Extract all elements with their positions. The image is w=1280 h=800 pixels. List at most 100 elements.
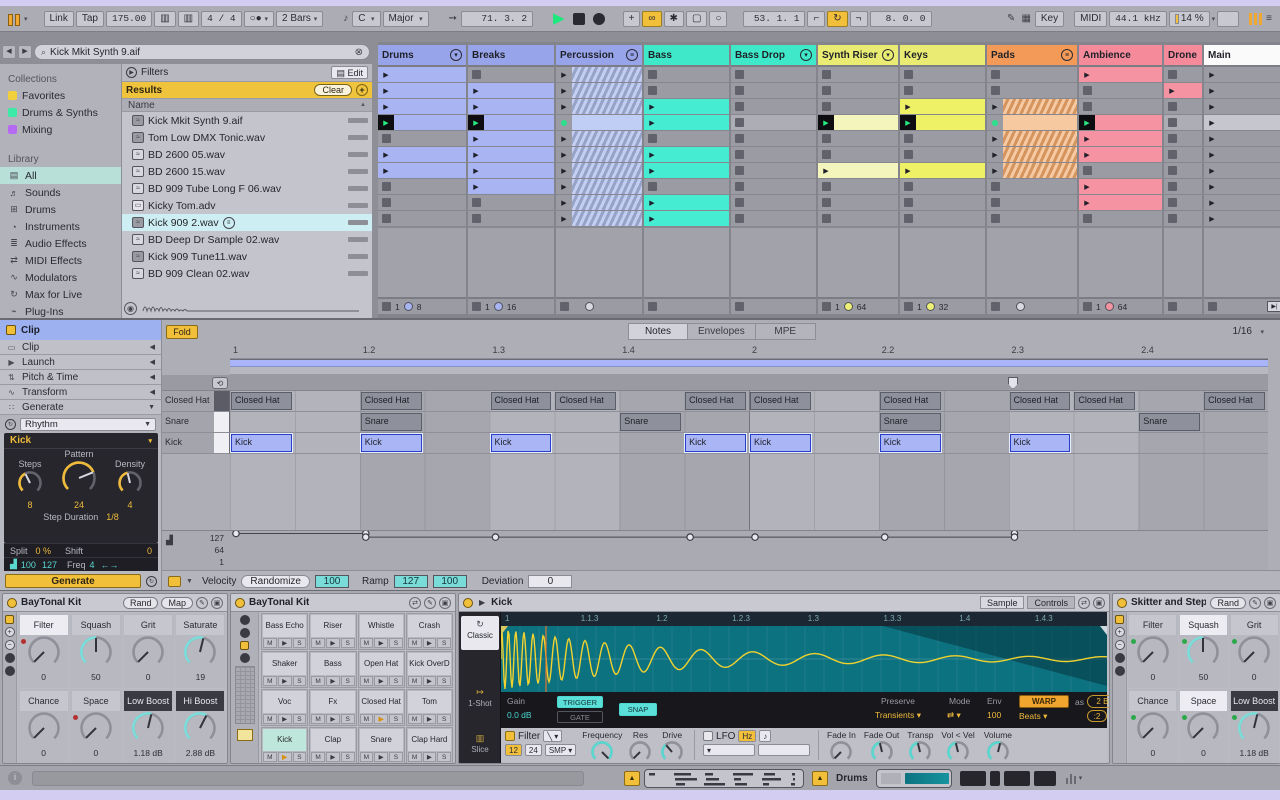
- clip-slot[interactable]: [1079, 163, 1162, 179]
- variation-icon[interactable]: [1115, 666, 1125, 676]
- filters-row[interactable]: ▶ Filters ▤ Edit: [122, 64, 372, 82]
- midi-note-kick[interactable]: Kick: [1010, 434, 1071, 452]
- macro-low-boost[interactable]: Low Boost1.18 dB: [1229, 689, 1279, 764]
- clip-slot[interactable]: [731, 147, 816, 163]
- pad-play-button[interactable]: ▶: [423, 676, 437, 686]
- midi-note-snare[interactable]: Snare: [620, 413, 681, 431]
- overdub-button[interactable]: +: [623, 11, 641, 27]
- lane-caret[interactable]: ▼: [186, 578, 193, 585]
- device-block[interactable]: [990, 771, 1000, 786]
- freq-right-arrow-icon[interactable]: →: [110, 560, 119, 570]
- clip-slot[interactable]: [987, 115, 1077, 131]
- clip-slot[interactable]: [731, 83, 816, 99]
- clip-slot[interactable]: [818, 83, 898, 99]
- clip-slot[interactable]: [987, 179, 1077, 195]
- clip-slot[interactable]: [731, 211, 816, 227]
- track-chevron-icon[interactable]: ▾: [800, 49, 812, 61]
- stop-all-clips-button[interactable]: [1208, 302, 1217, 311]
- drum-pad-riser[interactable]: RiserM▶S: [309, 613, 356, 650]
- clip-slot[interactable]: ▶: [644, 147, 729, 163]
- drum-pad-open-hat[interactable]: Open HatM▶S: [358, 651, 405, 688]
- track-header-bass-drop[interactable]: Bass Drop▾: [731, 45, 816, 67]
- nudge-up-button[interactable]: ▥: [178, 11, 199, 27]
- clip-slot[interactable]: [378, 211, 466, 227]
- tempo-field[interactable]: 175.00: [106, 11, 152, 27]
- scene-play-icon[interactable]: ▶: [1204, 135, 1220, 143]
- collapse-arrow-icon[interactable]: ◀: [150, 388, 155, 396]
- clip-slot[interactable]: [818, 99, 898, 115]
- cpu-caret[interactable]: ▾: [1212, 15, 1216, 23]
- scale-root-menu[interactable]: C ▾: [352, 11, 380, 27]
- drum-pad-whistle[interactable]: WhistleM▶S: [358, 613, 405, 650]
- scale-name-menu[interactable]: Major ▾: [383, 11, 429, 27]
- computer-midi-keyboard-icon[interactable]: ▦: [1019, 13, 1032, 24]
- clip-slot[interactable]: [818, 147, 898, 163]
- midi-note-closed-hat[interactable]: Closed Hat: [555, 392, 616, 410]
- track-stop-button[interactable]: [822, 302, 831, 311]
- clip-slot[interactable]: ▶: [556, 195, 642, 211]
- add-variation-icon[interactable]: +: [1115, 627, 1125, 637]
- note-row-kick[interactable]: KickKickKickKickKickKickKick: [230, 433, 1268, 454]
- scene-play-icon[interactable]: ▶: [1204, 87, 1220, 95]
- device-overview-toggle[interactable]: ▲: [812, 771, 828, 786]
- capture-midi-button[interactable]: ✱: [664, 11, 684, 27]
- clip-slot[interactable]: ▶: [468, 131, 554, 147]
- mode-classic[interactable]: ↻Classic: [461, 616, 499, 650]
- clip-slot[interactable]: ▶: [1079, 179, 1162, 195]
- track-stop-button[interactable]: [648, 302, 657, 311]
- clip-slot[interactable]: ▶8: [1204, 179, 1280, 195]
- lfo-hz-button[interactable]: Hz: [738, 730, 756, 742]
- chain-list-icon[interactable]: [240, 653, 250, 663]
- midi-note-snare[interactable]: Snare: [361, 413, 422, 431]
- add-filter-button[interactable]: +: [356, 84, 368, 96]
- scene-play-icon[interactable]: ▶: [1204, 167, 1220, 175]
- trigger-button[interactable]: TRIGGER: [557, 696, 603, 708]
- pad-play-button[interactable]: ▶: [374, 638, 388, 648]
- midi-note-closed-hat[interactable]: Closed Hat: [1074, 392, 1135, 410]
- scrub-area[interactable]: ⟲: [162, 375, 1268, 391]
- clip-slot[interactable]: [1079, 83, 1162, 99]
- clip-slot[interactable]: ▶7: [1204, 163, 1280, 179]
- time-signature-field[interactable]: 4 / 4: [201, 11, 242, 27]
- clip-slot[interactable]: [900, 179, 985, 195]
- refresh-generator-icon[interactable]: ↻: [5, 419, 16, 430]
- clip-slot[interactable]: ▶: [556, 99, 642, 115]
- mode-one-shot[interactable]: ↦1-Shot: [461, 684, 499, 718]
- clip-slot[interactable]: ▶: [1164, 83, 1202, 99]
- clip-slot[interactable]: [731, 195, 816, 211]
- macro-squash[interactable]: Squash50: [70, 613, 121, 688]
- clip-slot[interactable]: ▶: [556, 179, 642, 195]
- filter-type-select[interactable]: ╲ ▾: [543, 730, 562, 742]
- pad-mute-button[interactable]: M: [408, 752, 422, 762]
- pad-view-icon[interactable]: [240, 641, 249, 650]
- mixer-caret[interactable]: ▾: [1079, 774, 1083, 782]
- clear-filters-button[interactable]: Clear: [314, 84, 352, 96]
- track-header-breaks[interactable]: Breaks: [468, 45, 554, 67]
- clip-slot[interactable]: [1164, 99, 1202, 115]
- midi-note-kick[interactable]: Kick: [231, 434, 292, 452]
- library-item-sounds[interactable]: ♬Sounds: [0, 184, 121, 201]
- macro-filter[interactable]: Filter0: [1128, 613, 1178, 688]
- clip-slot[interactable]: ▶: [468, 179, 554, 195]
- clip-slot[interactable]: ▶: [987, 147, 1077, 163]
- track-stop-button[interactable]: [472, 302, 481, 311]
- clip-slot[interactable]: [1164, 147, 1202, 163]
- freq-value[interactable]: 4: [90, 560, 95, 570]
- library-item-audio-effects[interactable]: ≣Audio Effects: [0, 235, 121, 252]
- midi-note-kick[interactable]: Kick: [361, 434, 422, 452]
- clip-slot[interactable]: ▶5: [1204, 131, 1280, 147]
- pad-mute-button[interactable]: M: [263, 714, 277, 724]
- track-header-percussion[interactable]: Percussion≡: [556, 45, 642, 67]
- tab-controls[interactable]: Controls: [1027, 596, 1075, 609]
- track-header-synth-riser[interactable]: Synth Riser▾: [818, 45, 898, 67]
- follow-button[interactable]: ▶|: [1267, 301, 1280, 312]
- section-generate[interactable]: ∷Generate▼: [0, 400, 161, 415]
- loop-button[interactable]: ↻: [827, 11, 847, 27]
- add-variation-icon[interactable]: +: [5, 627, 15, 637]
- clip-slot[interactable]: [1079, 211, 1162, 227]
- clip-slot[interactable]: [468, 211, 554, 227]
- clip-slot[interactable]: [818, 67, 898, 83]
- clip-slot[interactable]: ▶: [378, 83, 466, 99]
- slope-12-button[interactable]: 12: [505, 744, 522, 756]
- clip-slot[interactable]: ▶: [378, 147, 466, 163]
